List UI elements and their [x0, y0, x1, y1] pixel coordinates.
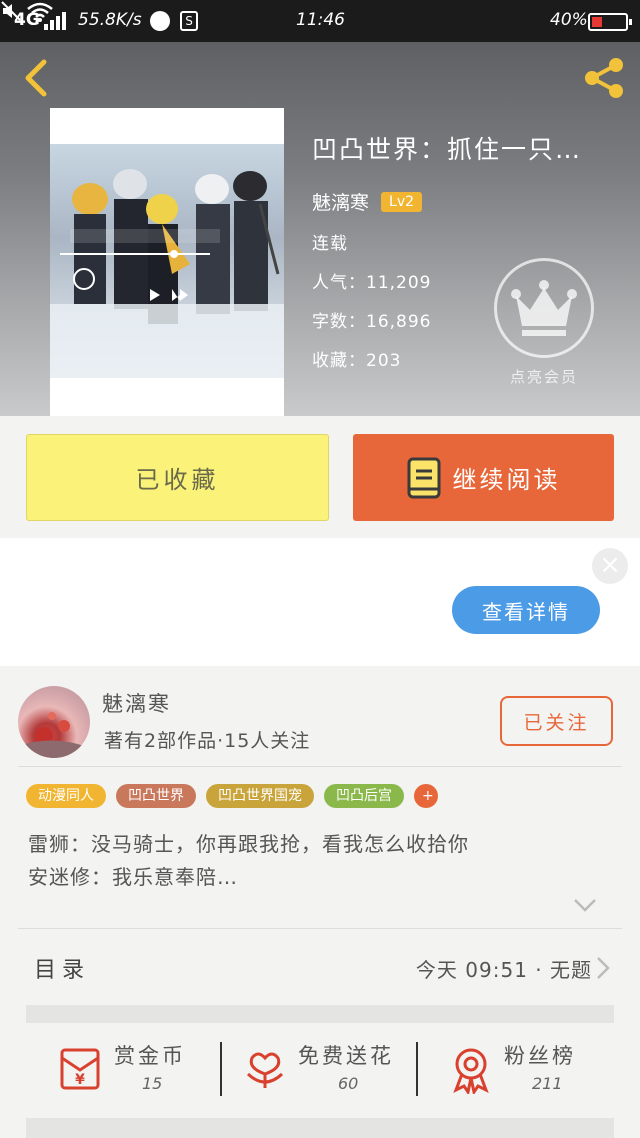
- divider: [18, 766, 622, 767]
- book-author[interactable]: 魅漓寒: [312, 188, 369, 215]
- status-bar: 4G 55.8K/s S 11:46 40%: [0, 0, 640, 42]
- clock: 11:46: [296, 10, 345, 30]
- share-icon[interactable]: [580, 54, 628, 102]
- book-title: 凹凸世界：抓住一只…: [312, 135, 583, 164]
- author-section: 魅漓寒 著有2部作品·15人关注 已关注 动漫同人 凹凸世界 凹凸世界国宠 凹凸…: [0, 666, 640, 1006]
- section-spacer: [26, 1005, 614, 1023]
- table-of-contents-row[interactable]: 目录 今天 09:51 · 无题: [0, 928, 640, 1008]
- continue-reading-label: 继续阅读: [452, 466, 561, 494]
- excerpt-line: 安迷修：我乐意奉陪…: [28, 865, 238, 889]
- serial-status: 连载: [312, 234, 348, 254]
- interaction-stats: ¥ 赏金币 15 免费送花 60 粉丝榜 211: [0, 1024, 640, 1118]
- word-count-value: 16,896: [366, 312, 432, 332]
- continue-reading-button[interactable]: 继续阅读: [353, 434, 614, 521]
- s-notification-icon: S: [180, 11, 198, 31]
- fans-value: 211: [532, 1074, 563, 1093]
- reward-label: 赏金币: [114, 1044, 186, 1068]
- divider: [220, 1042, 222, 1096]
- tag-item[interactable]: 凹凸后宫: [324, 784, 404, 808]
- fans-ranking-button[interactable]: 粉丝榜 211: [446, 1038, 596, 1102]
- book-cover[interactable]: [50, 108, 284, 416]
- follow-button[interactable]: 已关注: [500, 696, 613, 746]
- avatar[interactable]: [18, 686, 90, 758]
- reward-coins-button[interactable]: ¥ 赏金币 15: [56, 1038, 206, 1102]
- book-header: 凹凸世界：抓住一只… 魅漓寒 Lv2 连载 人气：11,209 字数：16,89…: [0, 42, 640, 416]
- tag-list: 动漫同人 凹凸世界 凹凸世界国宠 凹凸后宫 +: [26, 784, 438, 808]
- network-type: 4G: [14, 10, 40, 30]
- section-spacer: [26, 1118, 614, 1138]
- book-icon: [407, 457, 440, 498]
- toc-label: 目录: [34, 958, 91, 983]
- latest-chapter: 今天 09:51 · 无题: [415, 958, 592, 982]
- divider: [416, 1042, 418, 1096]
- add-tag-button[interactable]: +: [414, 784, 438, 808]
- view-details-button[interactable]: 查看详情: [452, 586, 600, 634]
- back-arrow-icon[interactable]: [16, 56, 56, 100]
- battery-percent: 40%: [550, 10, 588, 30]
- tag-item[interactable]: 凹凸世界国宠: [206, 784, 314, 808]
- vip-label: 点亮会员: [509, 368, 578, 386]
- crown-icon: [511, 280, 577, 336]
- ribbon-medal-icon: [453, 1048, 489, 1094]
- tag-item[interactable]: 凹凸世界: [116, 784, 196, 808]
- popularity-value: 11,209: [366, 273, 432, 293]
- chevron-right-icon: [597, 957, 610, 979]
- flowers-label: 免费送花: [298, 1044, 394, 1068]
- app-notification-icon: [150, 11, 170, 31]
- signal-icon: [44, 12, 68, 30]
- reward-value: 15: [142, 1074, 163, 1093]
- flowers-value: 60: [338, 1074, 359, 1093]
- fans-label: 粉丝榜: [504, 1044, 576, 1068]
- level-badge: Lv2: [381, 191, 423, 212]
- network-speed: 55.8K/s: [78, 10, 142, 30]
- author-stats: 著有2部作品·15人关注: [104, 730, 311, 752]
- flower-icon: [246, 1052, 284, 1088]
- action-bar: 已收藏 继续阅读: [0, 416, 640, 538]
- chevron-down-icon[interactable]: [573, 898, 597, 912]
- free-flowers-button[interactable]: 免费送花 60: [240, 1038, 410, 1102]
- close-icon[interactable]: ×: [592, 548, 628, 584]
- excerpt-line: 雷狮：没马骑士，你再跟我抢，看我怎么收拾你: [28, 832, 469, 856]
- svg-text:¥: ¥: [75, 1072, 85, 1088]
- vip-badge[interactable]: 点亮会员: [494, 258, 594, 388]
- author-name[interactable]: 魅漓寒: [102, 688, 171, 718]
- tag-item[interactable]: 动漫同人: [26, 784, 106, 808]
- cover-illustration: [50, 144, 284, 378]
- favorited-button[interactable]: 已收藏: [26, 434, 329, 521]
- battery-icon: [588, 13, 632, 31]
- favorites-value: 203: [366, 351, 402, 371]
- ad-banner: × 查看详情: [0, 538, 640, 666]
- book-excerpt: 雷狮：没马骑士，你再跟我抢，看我怎么收拾你 安迷修：我乐意奉陪…: [28, 828, 469, 894]
- red-envelope-icon: ¥: [60, 1048, 100, 1090]
